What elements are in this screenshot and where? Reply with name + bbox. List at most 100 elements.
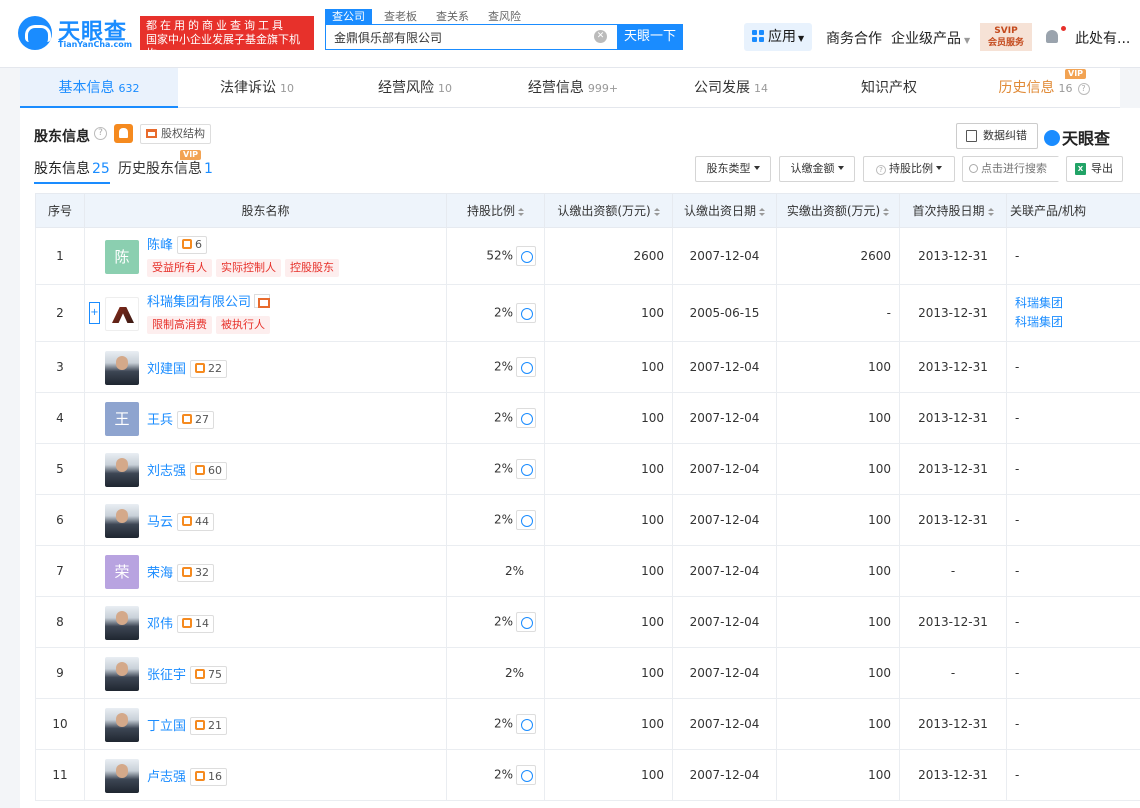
relation-count[interactable]: 27 — [177, 411, 215, 429]
risk-tag[interactable]: 被执行人 — [216, 316, 270, 334]
history-clock-icon[interactable] — [516, 357, 536, 377]
svip-button[interactable]: SVIP 会员服务 — [980, 23, 1032, 51]
search-type-tabs: 查公司 查老板 查关系 查风险 — [325, 9, 533, 25]
nav-business[interactable]: 商务合作 — [826, 28, 882, 48]
relation-count[interactable]: 75 — [190, 666, 228, 684]
shareholder-name[interactable]: 刘建国 — [147, 362, 186, 377]
subtab-history-shareholders[interactable]: 历史股东信息 1 — [118, 158, 213, 184]
table-row: 9 张征宇 75 2% 100 2007-12-04 100- - — [35, 647, 1140, 699]
data-correction-button[interactable]: 数据纠错 — [956, 123, 1038, 149]
ratio-value: 2% — [493, 614, 513, 629]
help-icon[interactable]: ? — [94, 127, 107, 140]
expand-icon[interactable]: + — [89, 302, 100, 324]
table-row: 5 刘志强 60 2% 100 2007-12-04 100 2013-12-31- — [35, 443, 1140, 495]
site-logo[interactable]: 天眼查 TianYanCha.com — [18, 14, 136, 54]
related-value: - — [1015, 666, 1020, 680]
bell-icon[interactable] — [1046, 30, 1058, 43]
tab-history[interactable]: 历史信息 16? — [968, 68, 1120, 108]
search-tab-relation[interactable]: 查关系 — [429, 9, 476, 24]
history-clock-icon[interactable] — [516, 765, 536, 785]
tab-ip[interactable]: 知识产权 — [810, 68, 968, 108]
help-icon[interactable]: ? — [1077, 83, 1090, 95]
col-sub-date[interactable]: 认缴出资日期 — [672, 193, 777, 228]
nav-app-menu[interactable]: 应用 ▼ — [744, 23, 812, 51]
search-input[interactable] — [326, 25, 586, 49]
cell-first-date: 2013-12-31 — [899, 341, 1007, 393]
cell-first-date: 2013-12-31 — [899, 392, 1007, 444]
risk-tag[interactable]: 受益所有人 — [147, 259, 212, 277]
history-clock-icon[interactable] — [516, 408, 536, 428]
slogan-banner[interactable]: 都在用的商业查询工具 国家中小企业发展子基金旗下机构 — [140, 16, 314, 60]
cell-first-date: 2013-12-31 — [899, 227, 1007, 285]
monitor-bell-icon[interactable] — [114, 124, 133, 143]
col-paid-amount[interactable]: 实缴出资额(万元) — [776, 193, 900, 228]
cell-sub-amount: 100 — [544, 698, 673, 750]
shareholder-name[interactable]: 马云 — [147, 515, 173, 530]
history-clock-icon[interactable] — [516, 459, 536, 479]
history-clock-icon[interactable] — [516, 612, 536, 632]
tab-basic-info[interactable]: 基本信息 632 — [20, 68, 178, 108]
relation-count[interactable]: 14 — [177, 615, 215, 633]
history-clock-icon[interactable] — [516, 246, 536, 266]
filter-sub-amount[interactable]: 认缴金额 — [779, 156, 855, 182]
filter-ratio[interactable]: ? 持股比例 — [863, 156, 955, 182]
cell-related: - — [1006, 443, 1140, 495]
vip-badge: VIP — [1065, 69, 1087, 79]
relation-count[interactable]: 44 — [177, 513, 215, 531]
cell-first-date: 2013-12-31 — [899, 284, 1007, 342]
tag-list: 限制高消费 被执行人 — [147, 316, 274, 334]
relation-count[interactable]: 21 — [190, 717, 228, 735]
col-ratio[interactable]: 持股比例 — [446, 193, 545, 228]
cell-index: 6 — [35, 494, 85, 546]
relation-count[interactable]: 16 — [190, 768, 228, 786]
search-button[interactable]: 天眼一下 — [617, 24, 683, 50]
filter-shareholder-type[interactable]: 股东类型 — [695, 156, 771, 182]
risk-tag[interactable]: 实际控制人 — [216, 259, 281, 277]
nav-enterprise[interactable]: 企业级产品 ▼ — [891, 28, 970, 48]
tab-operation[interactable]: 经营信息 999+ — [494, 68, 652, 108]
search-tab-company[interactable]: 查公司 — [325, 9, 372, 24]
equity-structure-icon[interactable] — [254, 294, 271, 308]
shareholder-name[interactable]: 卢志强 — [147, 770, 186, 785]
equity-structure-button[interactable]: 股权结构 — [140, 124, 211, 144]
search-tab-risk[interactable]: 查风险 — [481, 9, 528, 24]
cell-name: 刘志强 60 — [84, 443, 447, 495]
user-menu[interactable]: 此处有... — [1075, 28, 1130, 48]
relation-count-value: 32 — [195, 566, 210, 579]
risk-tag[interactable]: 控股股东 — [285, 259, 339, 277]
subtab-label: 历史股东信息 — [118, 161, 202, 177]
col-sub-amount[interactable]: 认缴出资额(万元) — [544, 193, 673, 228]
related-value: - — [1015, 249, 1020, 263]
cell-name: 丁立国 21 — [84, 698, 447, 750]
chevron-down-icon: ▼ — [964, 36, 971, 45]
col-label: 持股比例 — [466, 204, 515, 218]
shareholder-name[interactable]: 荣海 — [147, 566, 173, 581]
risk-tag[interactable]: 限制高消费 — [147, 316, 212, 334]
shareholder-name[interactable]: 邓伟 — [147, 617, 173, 632]
shareholder-name[interactable]: 科瑞集团有限公司 — [147, 295, 251, 310]
history-clock-icon[interactable] — [516, 510, 536, 530]
history-clock-icon[interactable] — [516, 714, 536, 734]
relation-count[interactable]: 32 — [177, 564, 215, 582]
shareholder-name[interactable]: 丁立国 — [147, 719, 186, 734]
relation-count[interactable]: 6 — [177, 236, 208, 254]
export-button[interactable]: X 导出 — [1066, 156, 1123, 182]
related-link[interactable]: 科瑞集团 — [1015, 313, 1140, 332]
table-search-input[interactable] — [981, 157, 1059, 181]
col-first-date[interactable]: 首次持股日期 — [899, 193, 1007, 228]
tab-legal[interactable]: 法律诉讼 10 — [178, 68, 336, 108]
shareholder-name[interactable]: 刘志强 — [147, 464, 186, 479]
tab-risk[interactable]: 经营风险 10 — [336, 68, 494, 108]
shareholder-name[interactable]: 张征宇 — [147, 668, 186, 683]
relation-count[interactable]: 60 — [190, 462, 228, 480]
shareholder-name[interactable]: 陈峰 — [147, 238, 173, 253]
clear-icon[interactable]: ✕ — [594, 30, 607, 43]
shareholder-name-line: 王兵 27 — [147, 409, 215, 429]
subtab-shareholders[interactable]: 股东信息 25 — [34, 158, 110, 184]
shareholder-name[interactable]: 王兵 — [147, 413, 173, 428]
tab-development[interactable]: 公司发展 14 — [652, 68, 810, 108]
relation-count[interactable]: 22 — [190, 360, 228, 378]
search-tab-boss[interactable]: 查老板 — [377, 9, 424, 24]
related-link[interactable]: 科瑞集团 — [1015, 294, 1140, 313]
history-clock-icon[interactable] — [516, 303, 536, 323]
